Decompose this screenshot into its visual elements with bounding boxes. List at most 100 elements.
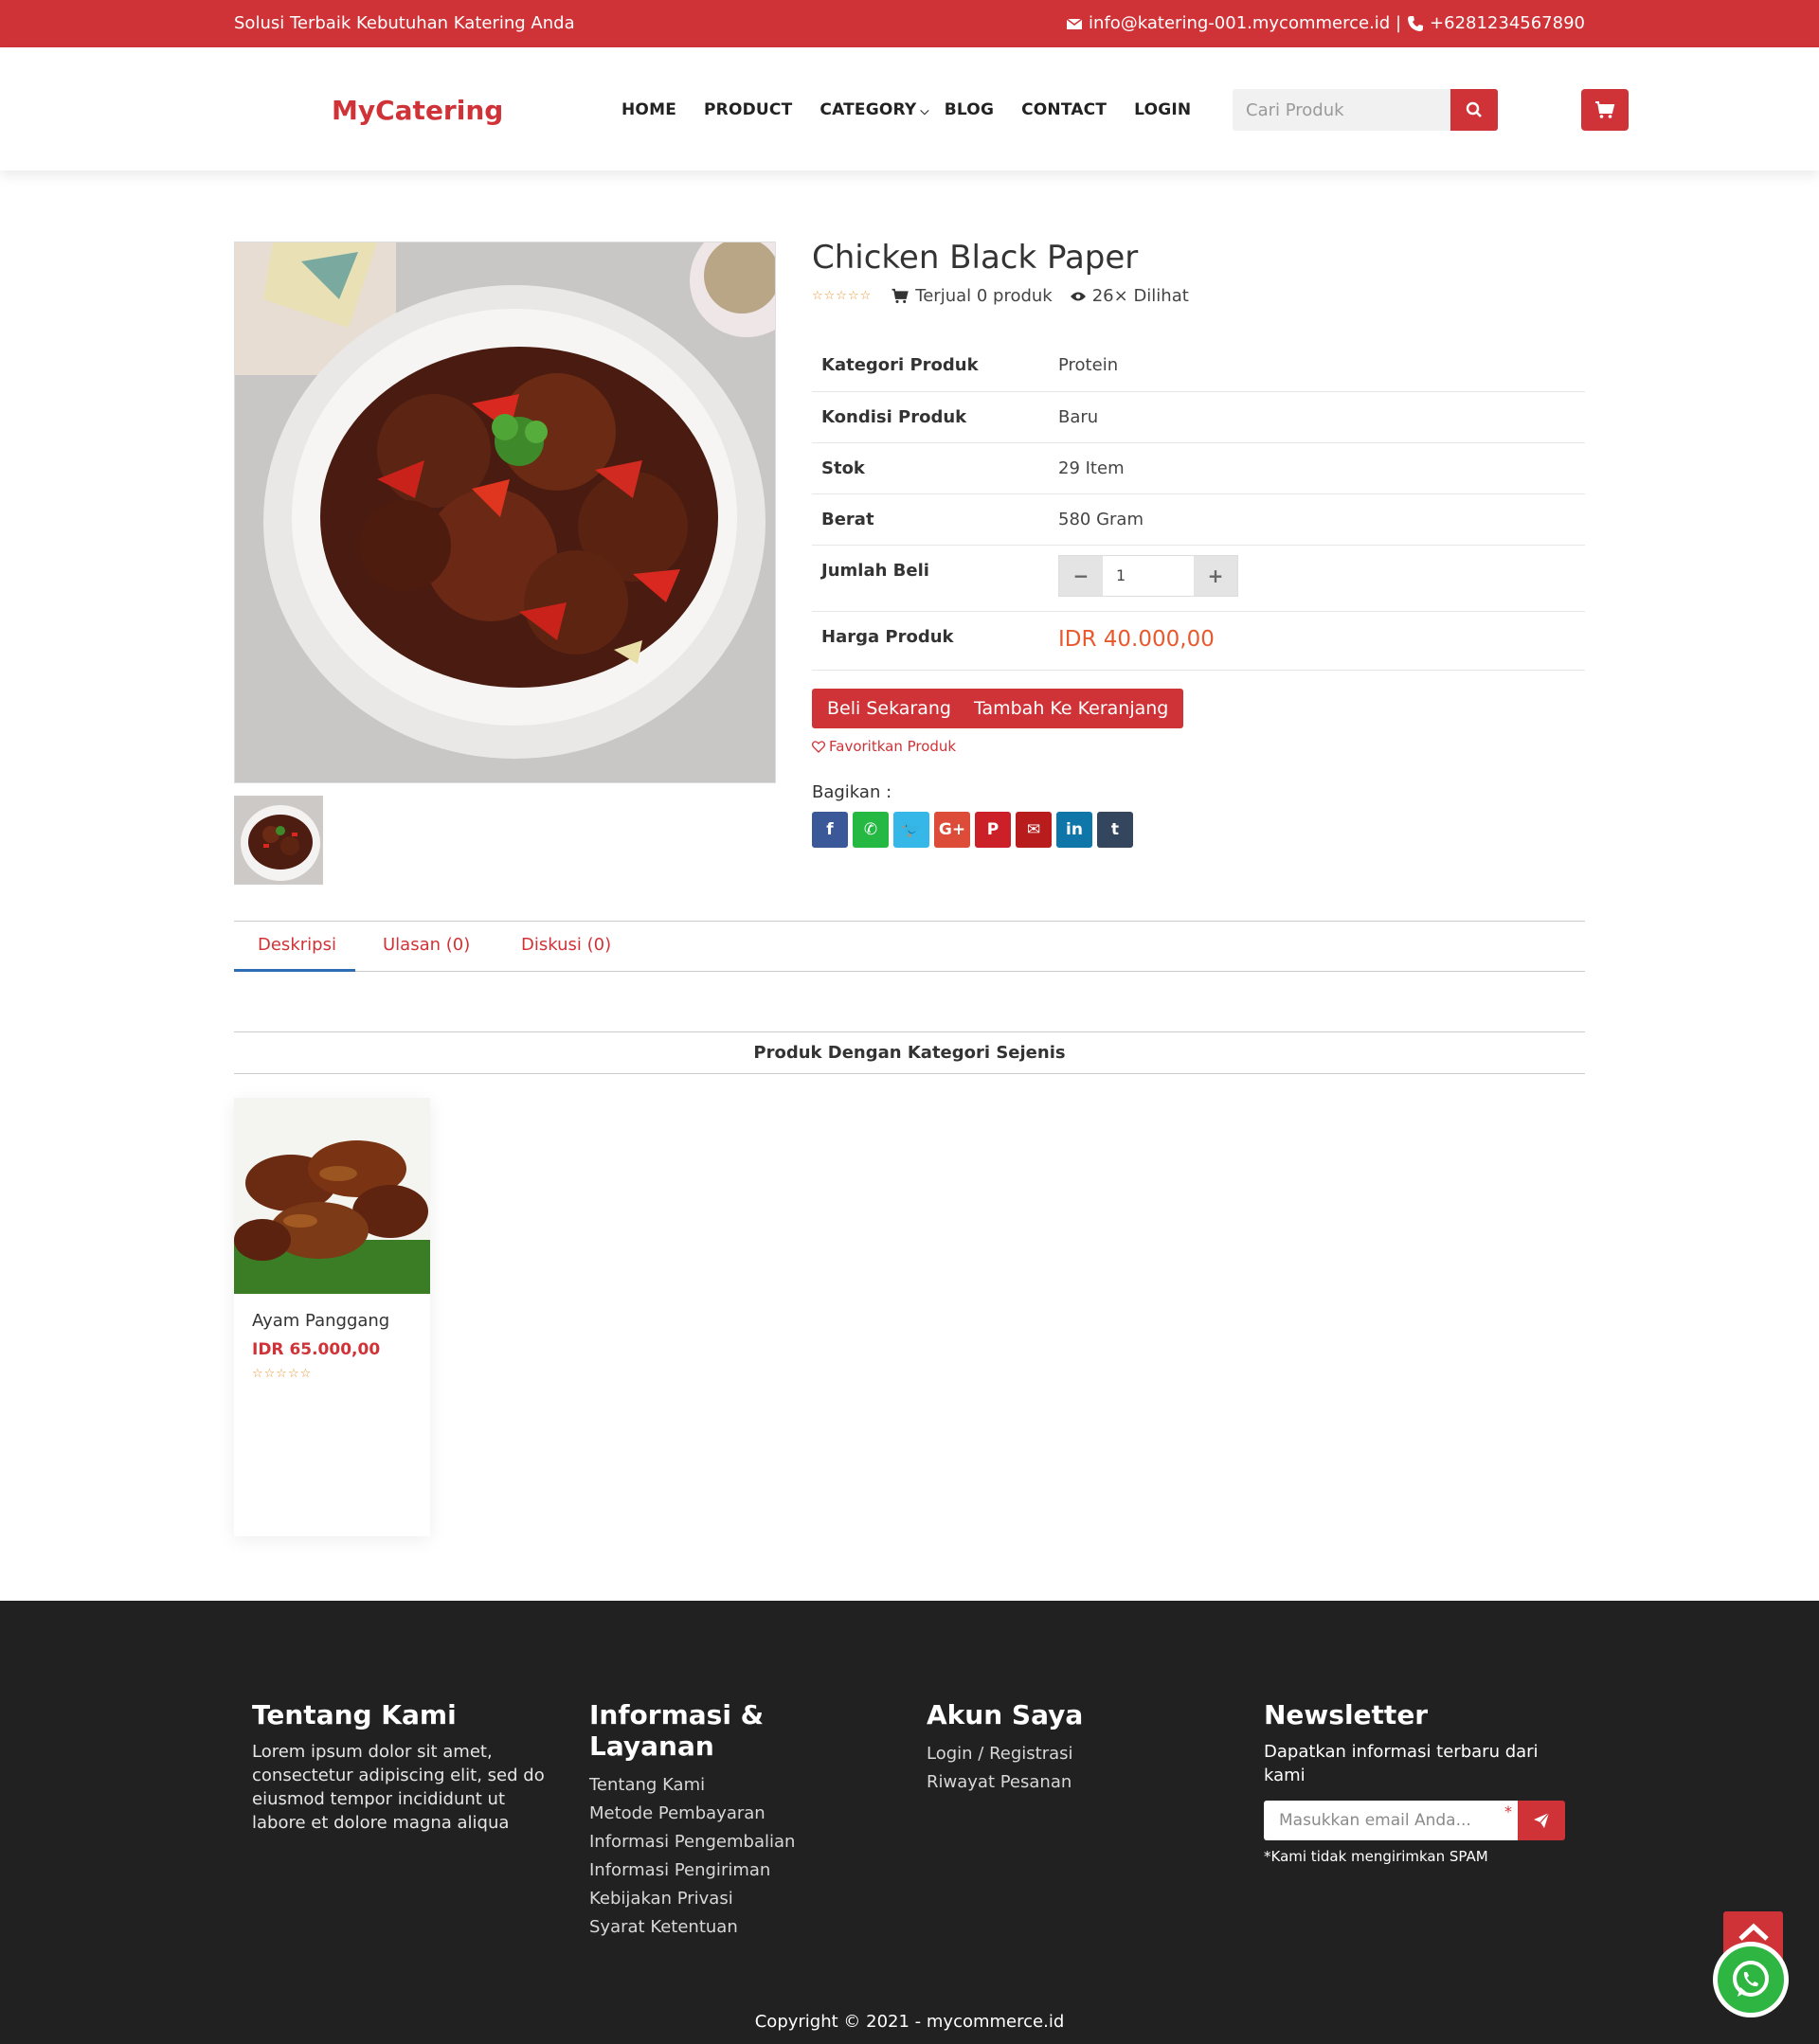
increase-button[interactable]: +: [1194, 555, 1237, 596]
spec-value: Baru: [1049, 391, 1585, 443]
whatsapp-share-button[interactable]: ✆: [853, 812, 889, 848]
footer-link[interactable]: Informasi Pengembalian: [589, 1828, 892, 1856]
search-bar: [1233, 89, 1498, 131]
footer-link[interactable]: Metode Pembayaran: [589, 1800, 892, 1828]
nav-contact[interactable]: CONTACT: [1021, 100, 1107, 119]
phone-icon: [1408, 15, 1424, 31]
buy-now-button[interactable]: Beli Sekarang: [812, 689, 966, 728]
decrease-button[interactable]: −: [1059, 555, 1103, 596]
related-product-price: IDR 65.000,00: [252, 1340, 381, 1359]
related-product-card[interactable]: Ayam Panggang IDR 65.000,00 ☆☆☆☆☆: [234, 1098, 430, 1536]
whatsapp-icon: [1733, 1961, 1769, 1997]
newsletter-form: Masukkan email Anda... *: [1264, 1801, 1565, 1840]
product-specs: Kategori Produk Protein Kondisi Produk B…: [812, 340, 1585, 671]
contact-phone[interactable]: +6281234567890: [1430, 13, 1585, 33]
footer-info: Informasi & Layanan Tentang Kami Metode …: [589, 1699, 892, 1942]
copyright: Copyright © 2021 - mycommerce.id: [754, 2012, 1065, 2032]
product-title: Chicken Black Paper: [812, 239, 1139, 277]
site-logo[interactable]: MyCatering: [332, 95, 503, 126]
nav-category-label: CATEGORY: [819, 100, 917, 119]
footer-about-text: Lorem ipsum dolor sit amet, consectetur …: [252, 1742, 545, 1833]
facebook-icon: f: [826, 820, 834, 839]
footer-account-title: Akun Saya: [927, 1699, 1084, 1730]
spec-key: Stok: [812, 442, 1049, 494]
newsletter-email-input[interactable]: Masukkan email Anda... *: [1264, 1801, 1518, 1840]
footer-link[interactable]: Syarat Ketentuan: [589, 1913, 892, 1942]
nav-category[interactable]: CATEGORY ⌵: [819, 100, 928, 119]
rating-stars: ☆☆☆☆☆: [812, 289, 873, 303]
header: MyCatering HOME PRODUCT CATEGORY ⌵ BLOG C…: [0, 47, 1819, 170]
share-label: Bagikan :: [812, 782, 892, 802]
contact-info: info@katering-001.mycommerce.id | +62812…: [1066, 13, 1585, 33]
paper-plane-icon: [1534, 1812, 1550, 1828]
tab-reviews[interactable]: Ulasan (0): [383, 935, 470, 955]
product-thumbnail[interactable]: [234, 796, 323, 885]
quantity-input[interactable]: 1: [1103, 556, 1194, 596]
nav-product[interactable]: PRODUCT: [704, 100, 792, 119]
footer-link[interactable]: Informasi Pengiriman: [589, 1856, 892, 1885]
search-button[interactable]: [1450, 89, 1498, 131]
tab-discussion[interactable]: Diskusi (0): [521, 935, 611, 955]
spec-key: Kondisi Produk: [812, 391, 1049, 443]
related-section-title: Produk Dengan Kategori Sejenis: [234, 1031, 1585, 1074]
whatsapp-icon: ✆: [863, 820, 878, 839]
facebook-share-button[interactable]: f: [812, 812, 848, 848]
product-main-image[interactable]: [234, 242, 776, 783]
food-photo: [235, 242, 775, 782]
footer-link[interactable]: Kebijakan Privasi: [589, 1885, 892, 1913]
search-icon: [1466, 101, 1482, 117]
footer-link[interactable]: Login / Registrasi: [927, 1740, 1211, 1768]
linkedin-share-button[interactable]: in: [1056, 812, 1092, 848]
price-cell: IDR 40.000,00: [1049, 611, 1585, 671]
favorite-link[interactable]: Favoritkan Produk: [812, 738, 956, 755]
chevron-down-icon: ⌵: [920, 104, 929, 117]
required-marker: *: [1504, 1802, 1512, 1820]
tagline: Solusi Terbaik Kebutuhan Katering Anda: [234, 13, 575, 33]
tumblr-share-button[interactable]: t: [1097, 812, 1133, 848]
footer-account: Akun Saya Login / Registrasi Riwayat Pes…: [927, 1699, 1211, 1797]
footer-newsletter-title: Newsletter: [1264, 1699, 1429, 1730]
thumbnail-photo: [235, 797, 322, 884]
linkedin-icon: in: [1066, 820, 1083, 839]
spec-row: Berat 580 Gram: [812, 493, 1585, 546]
footer-newsletter-text: Dapatkan informasi terbaru dari kami: [1264, 1742, 1539, 1785]
add-to-cart-button[interactable]: Tambah Ke Keranjang: [959, 689, 1184, 728]
spec-key: Harga Produk: [812, 611, 1049, 671]
top-bar: Solusi Terbaik Kebutuhan Katering Anda i…: [0, 0, 1819, 47]
contact-email[interactable]: info@katering-001.mycommerce.id |: [1089, 13, 1401, 33]
footer-link[interactable]: Tentang Kami: [589, 1771, 892, 1800]
newsletter-note: *Kami tidak mengirimkan SPAM: [1264, 1848, 1488, 1865]
search-input[interactable]: [1233, 89, 1450, 131]
product-price: IDR 40.000,00: [1058, 626, 1215, 652]
eye-icon: [1070, 292, 1086, 300]
favorite-label: Favoritkan Produk: [829, 738, 957, 755]
related-product-image[interactable]: [234, 1098, 430, 1294]
cart-icon: [1595, 101, 1615, 118]
spec-row: Kategori Produk Protein: [812, 340, 1585, 392]
sold-text: Terjual 0 produk: [915, 286, 1053, 306]
spec-row: Stok 29 Item: [812, 442, 1585, 494]
nav-login[interactable]: LOGIN: [1134, 100, 1191, 119]
newsletter-placeholder: Masukkan email Anda...: [1279, 1811, 1471, 1830]
tab-description[interactable]: Deskripsi: [258, 935, 336, 955]
nav-blog[interactable]: BLOG: [945, 100, 994, 119]
spec-value: Protein: [1049, 340, 1585, 392]
whatsapp-button[interactable]: [1713, 1942, 1789, 2017]
footer-link[interactable]: Riwayat Pesanan: [927, 1768, 1211, 1797]
footer: Tentang Kami Lorem ipsum dolor sit amet,…: [0, 1601, 1819, 2044]
quantity-stepper: − 1 +: [1058, 554, 1238, 597]
google-plus-share-button[interactable]: G+: [934, 812, 970, 848]
cart-button[interactable]: [1581, 89, 1629, 131]
related-product-name[interactable]: Ayam Panggang: [252, 1311, 389, 1331]
twitter-share-button[interactable]: 🐦: [893, 812, 929, 848]
spec-key: Jumlah Beli: [812, 545, 1049, 612]
newsletter-submit-button[interactable]: [1518, 1801, 1565, 1840]
pinterest-share-button[interactable]: P: [975, 812, 1011, 848]
active-tab-indicator: [234, 969, 355, 972]
spec-key: Berat: [812, 493, 1049, 546]
email-icon: ✉: [1026, 820, 1041, 839]
nav-home[interactable]: HOME: [621, 100, 676, 119]
email-share-button[interactable]: ✉: [1016, 812, 1052, 848]
sold-count: Terjual 0 produk: [891, 286, 1053, 306]
spec-row: Jumlah Beli − 1 +: [812, 545, 1585, 612]
